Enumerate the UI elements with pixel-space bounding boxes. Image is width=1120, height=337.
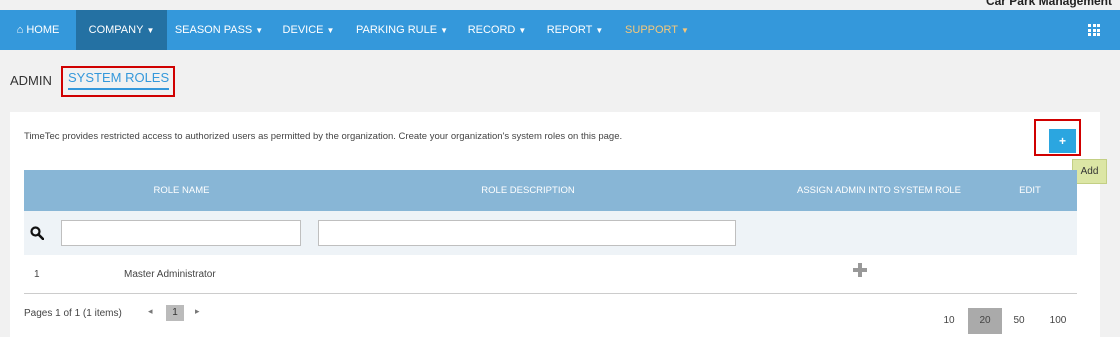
header-role-name: ROLE NAME bbox=[153, 185, 210, 196]
table-row: 1 Master Administrator bbox=[24, 255, 1077, 294]
page-size-20[interactable]: 20 bbox=[968, 308, 1002, 334]
header-assign-admin: ASSIGN ADMIN INTO SYSTEM ROLE bbox=[797, 185, 961, 196]
nav-company[interactable]: COMPANY ▼ bbox=[76, 10, 167, 50]
page-size-100[interactable]: 100 bbox=[1041, 308, 1075, 334]
role-description-filter-input[interactable] bbox=[318, 220, 736, 246]
header-role-description: ROLE DESCRIPTION bbox=[481, 185, 575, 196]
chevron-down-icon: ▼ bbox=[326, 26, 335, 35]
grid-icon[interactable] bbox=[1088, 24, 1100, 36]
highlight-box bbox=[61, 66, 175, 97]
nav-parking-rule[interactable]: PARKING RULE ▼ bbox=[346, 10, 458, 50]
intro-text: TimeTec provides restricted access to au… bbox=[24, 131, 623, 142]
nav-device[interactable]: DEVICE ▼ bbox=[271, 10, 346, 50]
chevron-down-icon: ▼ bbox=[595, 26, 604, 35]
prev-page-icon[interactable]: ◂ bbox=[148, 306, 153, 317]
add-tooltip: Add bbox=[1072, 159, 1107, 184]
nav-report[interactable]: REPORT ▼ bbox=[536, 10, 614, 50]
pagination-info: Pages 1 of 1 (1 items) bbox=[24, 308, 122, 319]
plus-icon[interactable] bbox=[853, 263, 867, 277]
next-page-icon[interactable]: ▸ bbox=[195, 306, 200, 317]
nav-support[interactable]: SUPPORT ▼ bbox=[614, 10, 700, 50]
header-edit: EDIT bbox=[1019, 185, 1041, 196]
chevron-down-icon: ▼ bbox=[440, 26, 448, 35]
row-index: 1 bbox=[34, 269, 40, 280]
page-number-button[interactable]: 1 bbox=[166, 305, 184, 321]
tab-admin[interactable]: ADMIN bbox=[10, 73, 52, 88]
nav-record[interactable]: RECORD ▼ bbox=[458, 10, 536, 50]
role-name-filter-input[interactable] bbox=[61, 220, 301, 246]
chevron-down-icon: ▼ bbox=[255, 26, 264, 35]
page-size-10[interactable]: 10 bbox=[932, 308, 966, 334]
search-icon bbox=[30, 226, 44, 240]
highlight-box bbox=[1034, 119, 1081, 156]
page-size-50[interactable]: 50 bbox=[1002, 308, 1036, 334]
chevron-down-icon: ▼ bbox=[518, 26, 527, 35]
top-navbar: ⌂ HOME COMPANY ▼ SEASON PASS ▼ DEVICE ▼ PAR… bbox=[0, 10, 1120, 50]
chevron-down-icon: ▼ bbox=[681, 26, 689, 35]
chevron-down-icon: ▼ bbox=[146, 26, 155, 35]
app-title: Car Park Management bbox=[985, 0, 1112, 8]
table-header: ROLE NAME ROLE DESCRIPTION ASSIGN ADMIN … bbox=[24, 170, 1077, 211]
nav-home[interactable]: ⌂ HOME bbox=[0, 10, 76, 50]
nav-season-pass[interactable]: SEASON PASS ▼ bbox=[167, 10, 271, 50]
row-role-name: Master Administrator bbox=[124, 269, 216, 280]
